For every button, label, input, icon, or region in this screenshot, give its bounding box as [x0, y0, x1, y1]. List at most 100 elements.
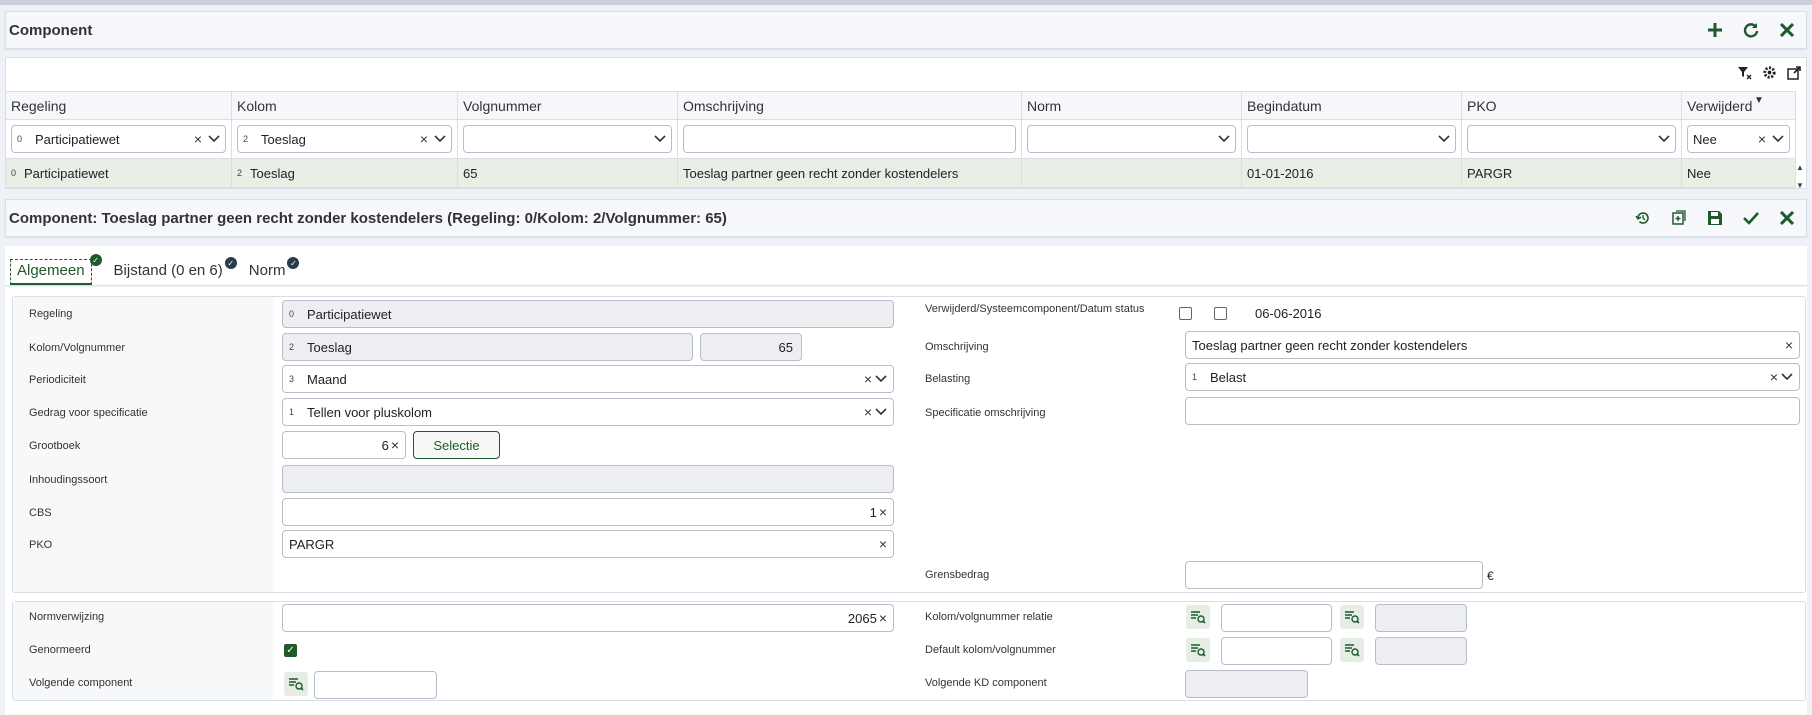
col-header-regeling[interactable]: Regeling — [6, 92, 232, 119]
lookup-icon[interactable] — [1340, 605, 1364, 629]
refresh-icon[interactable] — [1740, 19, 1762, 41]
chevron-down-icon[interactable] — [654, 135, 666, 143]
filter-pko[interactable] — [1467, 125, 1676, 153]
confirm-icon[interactable] — [1740, 207, 1762, 229]
col-header-pko[interactable]: PKO — [1462, 92, 1682, 119]
grid-filter-row: 0 Participatiewet × 2 Toeslag × Nee × — [6, 120, 1796, 159]
clear-icon[interactable]: × — [864, 404, 872, 420]
list-panel-title: Component — [9, 21, 93, 39]
gedrag-select[interactable]: 1 Tellen voor pluskolom × — [282, 398, 894, 426]
kolom-code: 2 — [289, 342, 295, 352]
chevron-down-icon[interactable] — [1438, 135, 1450, 143]
filter-cell-norm — [1022, 120, 1242, 158]
label-status: Verwijderd/Systeemcomponent/Datum status — [925, 303, 1145, 315]
inhoudingssoort-field — [282, 465, 894, 493]
systeemcomponent-checkbox[interactable] — [1214, 307, 1227, 320]
col-header-volgnummer[interactable]: Volgnummer — [458, 92, 678, 119]
filter-norm[interactable] — [1027, 125, 1236, 153]
chevron-down-icon[interactable] — [875, 408, 887, 416]
save-icon[interactable] — [1704, 207, 1726, 229]
volgende-component-input[interactable] — [314, 671, 437, 699]
chevron-down-icon[interactable] — [1218, 135, 1230, 143]
belasting-select[interactable]: 1 Belast × — [1185, 363, 1800, 391]
close-icon[interactable] — [1776, 207, 1798, 229]
clear-icon[interactable]: × — [391, 437, 399, 453]
clear-icon[interactable]: × — [1758, 131, 1766, 147]
label-inhoudingssoort: Inhoudingssoort — [29, 474, 108, 486]
close-icon[interactable] — [1776, 19, 1798, 41]
settings-icon[interactable] — [1761, 64, 1777, 80]
label-normverwijzing: Normverwijzing — [29, 611, 105, 623]
clear-icon[interactable]: × — [879, 610, 887, 626]
omschrijving-input[interactable]: Toeslag partner geen recht zonder kosten… — [1185, 331, 1800, 359]
clear-icon[interactable]: × — [879, 504, 887, 520]
col-header-norm[interactable]: Norm — [1022, 92, 1242, 119]
scroll-up-icon[interactable]: ▲ — [1796, 163, 1804, 172]
col-header-verwijderd[interactable]: Verwijderd ▼ — [1682, 92, 1796, 119]
selectie-button[interactable]: Selectie — [413, 431, 500, 459]
col-header-kolom[interactable]: Kolom — [232, 92, 458, 119]
volgende-kd-field — [1185, 670, 1308, 698]
omschrijving-value: Toeslag partner geen recht zonder kosten… — [1192, 337, 1468, 353]
lookup-icon[interactable] — [1340, 638, 1364, 662]
default-input[interactable] — [1221, 637, 1332, 665]
lookup-icon[interactable] — [1186, 605, 1210, 629]
tab-norm[interactable]: Norm ✓ — [245, 257, 300, 285]
chevron-down-icon[interactable] — [875, 375, 887, 383]
relatie-input[interactable] — [1221, 604, 1332, 632]
col-header-omschrijving[interactable]: Omschrijving — [678, 92, 1022, 119]
grootboek-input[interactable]: 6 × — [282, 431, 406, 459]
filter-kolom[interactable]: 2 Toeslag × — [237, 125, 452, 153]
clear-icon[interactable]: × — [879, 536, 887, 552]
check-badge-icon: ✓ — [89, 254, 102, 266]
specificatie-input[interactable] — [1185, 397, 1800, 425]
check-badge-icon: ✓ — [224, 257, 237, 269]
cell-begindatum: 01-01-2016 — [1242, 159, 1462, 187]
chevron-down-icon[interactable] — [1658, 135, 1670, 143]
filter-cell-pko — [1462, 120, 1682, 158]
cell-verwijderd: Nee — [1682, 159, 1796, 187]
history-icon[interactable] — [1632, 207, 1654, 229]
grensbedrag-input[interactable] — [1185, 561, 1483, 589]
label-periodiciteit: Periodiciteit — [29, 374, 86, 386]
tab-bijstand[interactable]: Bijstand (0 en 6) ✓ — [110, 257, 237, 285]
cbs-input[interactable]: 1 × — [282, 498, 894, 526]
lookup-icon[interactable] — [1186, 638, 1210, 662]
periodiciteit-select[interactable]: 3 Maand × — [282, 365, 894, 393]
normverwijzing-value: 2065 — [847, 610, 877, 626]
label-gedrag: Gedrag voor specificatie — [29, 407, 148, 419]
filter-clear-icon[interactable] — [1736, 64, 1752, 80]
chevron-down-icon[interactable] — [208, 135, 220, 143]
scroll-down-icon[interactable]: ▼ — [1796, 181, 1804, 190]
kolom-field: 2 Toeslag — [282, 333, 693, 361]
normverwijzing-input[interactable]: 2065 × — [282, 604, 894, 632]
genormeerd-checkbox[interactable]: ✓ — [284, 644, 297, 657]
relatie-description — [1375, 604, 1467, 632]
pko-input[interactable]: PARGR × — [282, 530, 894, 558]
table-row[interactable]: 0 Participatiewet 2 Toeslag 65 Toeslag p… — [6, 159, 1796, 188]
clear-icon[interactable]: × — [420, 131, 428, 147]
verwijderd-checkbox[interactable] — [1179, 307, 1192, 320]
clear-icon[interactable]: × — [194, 131, 202, 147]
chevron-down-icon[interactable] — [1772, 135, 1784, 143]
add-icon[interactable] — [1704, 19, 1726, 41]
currency-symbol: € — [1487, 569, 1494, 583]
lookup-icon[interactable] — [284, 672, 308, 696]
filter-begindatum[interactable] — [1247, 125, 1456, 153]
chevron-down-icon[interactable] — [1781, 373, 1793, 381]
clear-icon[interactable]: × — [1785, 337, 1793, 353]
export-icon[interactable] — [1786, 64, 1802, 80]
col-header-begindatum[interactable]: Begindatum — [1242, 92, 1462, 119]
tab-algemeen[interactable]: Algemeen ✓ — [10, 254, 102, 285]
filter-volgnummer[interactable] — [463, 125, 672, 153]
add-copy-icon[interactable] — [1668, 207, 1690, 229]
clear-icon[interactable]: × — [1770, 369, 1778, 385]
grootboek-value: 6 — [381, 437, 389, 453]
chevron-down-icon[interactable] — [434, 135, 446, 143]
cell-kolom: 2 Toeslag — [232, 159, 458, 187]
filter-omschrijving[interactable] — [683, 125, 1016, 153]
grid-scrollbar[interactable]: ▲ ▼ — [1794, 163, 1806, 190]
clear-icon[interactable]: × — [864, 371, 872, 387]
filter-verwijderd[interactable]: Nee × — [1687, 125, 1790, 153]
filter-regeling[interactable]: 0 Participatiewet × — [11, 125, 226, 153]
